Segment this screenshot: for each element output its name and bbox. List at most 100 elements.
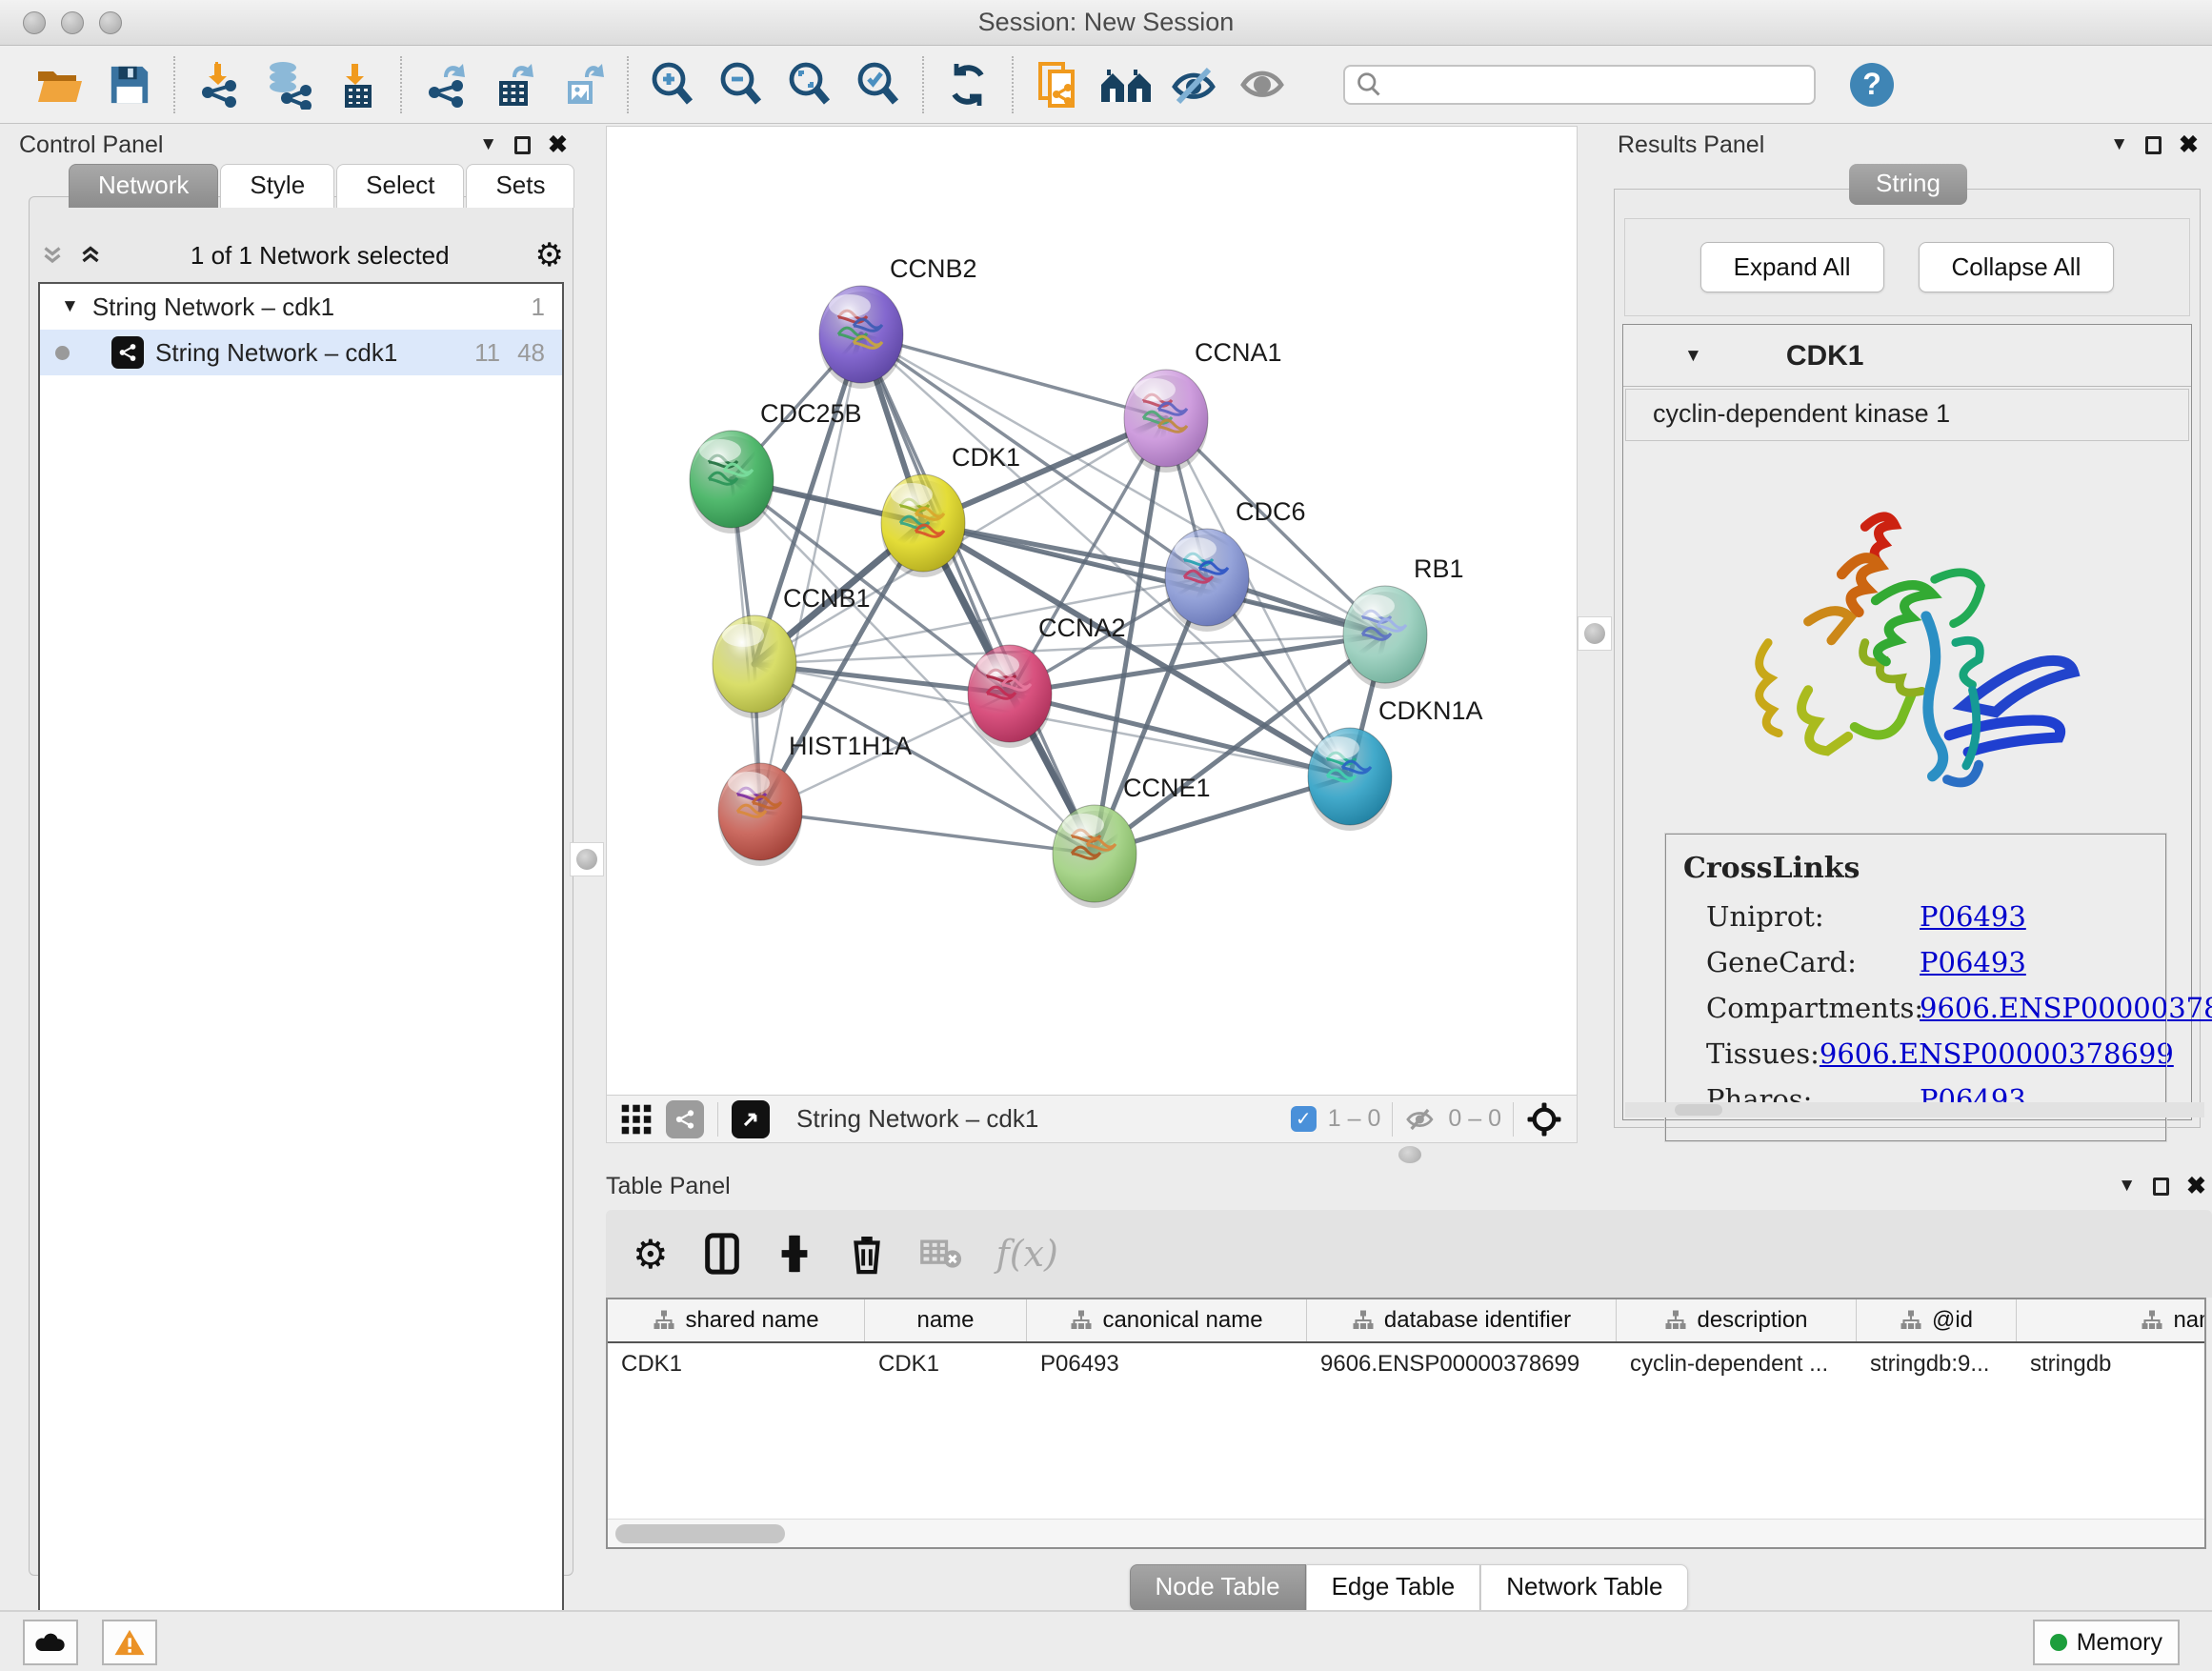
crosslink-value-link[interactable]: 9606.ENSP00000378699: [1920, 992, 2212, 1024]
table-cell[interactable]: CDK1: [608, 1351, 865, 1378]
export-network-icon[interactable]: [412, 55, 480, 114]
gene-section-header[interactable]: ▼ CDK1: [1623, 325, 2191, 387]
network-edge[interactable]: [760, 812, 1095, 854]
hide-selected-icon[interactable]: [1160, 55, 1229, 114]
table-cell[interactable]: P06493: [1027, 1351, 1307, 1378]
right-splitter-handle[interactable]: [1578, 616, 1612, 651]
table-settings-gear-icon[interactable]: ⚙: [633, 1231, 669, 1278]
tab-sets[interactable]: Sets: [466, 164, 574, 208]
zoom-selected-icon[interactable]: [844, 55, 913, 114]
table-panel-close-icon[interactable]: ✖: [2186, 1172, 2206, 1200]
table-row[interactable]: CDK1CDK1P064939606.ENSP00000378699cyclin…: [608, 1343, 2204, 1385]
create-column-icon[interactable]: [775, 1232, 814, 1276]
export-image-icon[interactable]: [549, 55, 617, 114]
network-node-ccne1[interactable]: CCNE1: [1053, 774, 1211, 908]
gene-collapse-icon[interactable]: ▼: [1684, 346, 1702, 367]
status-bar: Memory: [0, 1610, 2212, 1671]
tab-style[interactable]: Style: [220, 164, 334, 208]
tab-network-table[interactable]: Network Table: [1480, 1564, 1688, 1611]
table-panel-collapse-icon[interactable]: ▼: [2118, 1176, 2136, 1197]
network-options-gear-icon[interactable]: ⚙: [535, 236, 564, 274]
collapse-all-button[interactable]: Collapse All: [1919, 242, 2115, 292]
grid-view-icon[interactable]: [620, 1103, 653, 1136]
crosslink-row: Uniprot:P06493: [1706, 900, 2156, 933]
control-panel-close-icon[interactable]: ✖: [548, 131, 568, 159]
column-header[interactable]: shared name: [608, 1299, 865, 1341]
tab-node-table[interactable]: Node Table: [1130, 1564, 1306, 1611]
network-overview-icon[interactable]: [666, 1100, 704, 1138]
horizontal-splitter[interactable]: [598, 1143, 2212, 1166]
tab-select[interactable]: Select: [336, 164, 464, 208]
column-header[interactable]: @id: [1857, 1299, 2017, 1341]
crosslink-row: Tissues:9606.ENSP00000378699: [1706, 1037, 2156, 1070]
crosslink-value-link[interactable]: 9606.ENSP00000378699: [1820, 1037, 2174, 1070]
results-scrollbar[interactable]: [1625, 1102, 2204, 1117]
network-canvas[interactable]: CCNB2CCNA1CDC25BCDK1CDC6RB1CCNB1CCNA2CDK…: [607, 127, 1577, 1095]
save-session-icon[interactable]: [95, 55, 164, 114]
column-header[interactable]: description: [1617, 1299, 1857, 1341]
table-horizontal-scrollbar[interactable]: [608, 1519, 2204, 1547]
results-panel-collapse-icon[interactable]: ▼: [2110, 134, 2128, 155]
crosslink-value-link[interactable]: P06493: [1920, 946, 2026, 978]
left-splitter[interactable]: [575, 126, 600, 1145]
detach-view-icon[interactable]: [732, 1100, 770, 1138]
duplicate-network-icon[interactable]: [1023, 55, 1092, 114]
horizontal-splitter-handle[interactable]: [1398, 1146, 1421, 1163]
right-splitter[interactable]: [1581, 126, 1610, 1145]
tab-network[interactable]: Network: [69, 164, 218, 208]
export-table-icon[interactable]: [480, 55, 549, 114]
warnings-button[interactable]: [102, 1620, 157, 1665]
network-collection-row[interactable]: ▼ String Network – cdk1 1: [40, 284, 562, 330]
table-cell[interactable]: 9606.ENSP00000378699: [1307, 1351, 1617, 1378]
zoom-in-icon[interactable]: [638, 55, 707, 114]
network-edge[interactable]: [861, 334, 1095, 854]
birds-eye-crosshair-icon[interactable]: [1525, 1100, 1563, 1138]
table-cell[interactable]: stringdb: [2017, 1351, 2206, 1378]
control-panel-collapse-icon[interactable]: ▼: [479, 134, 497, 155]
column-header[interactable]: namespace: [2017, 1299, 2206, 1341]
left-splitter-handle[interactable]: [570, 842, 604, 876]
help-icon[interactable]: ?: [1850, 63, 1894, 107]
search-box[interactable]: [1343, 65, 1816, 105]
expand-all-chevrons-icon[interactable]: [38, 241, 67, 270]
selected-nodes-checkbox-icon[interactable]: ✓: [1291, 1106, 1317, 1132]
network-node-hist1h1a[interactable]: HIST1H1A: [718, 732, 912, 866]
import-network-icon[interactable]: [185, 55, 253, 114]
collection-expand-icon[interactable]: ▼: [61, 296, 79, 317]
collapse-all-chevrons-icon[interactable]: [76, 241, 105, 270]
table-panel-float-icon[interactable]: [2153, 1178, 2169, 1196]
delete-column-icon[interactable]: [848, 1232, 886, 1276]
zoom-fit-icon[interactable]: [775, 55, 844, 114]
network-row[interactable]: String Network – cdk1 11 48: [40, 330, 562, 375]
import-network-database-icon[interactable]: [253, 55, 322, 114]
node-table[interactable]: shared namenamecanonical namedatabase id…: [606, 1298, 2206, 1549]
table-cell[interactable]: cyclin-dependent ...: [1617, 1351, 1857, 1378]
column-header[interactable]: name: [865, 1299, 1027, 1341]
tab-string[interactable]: String: [1849, 164, 1967, 205]
memory-button[interactable]: Memory: [2033, 1620, 2180, 1665]
network-node-rb1[interactable]: RB1: [1343, 554, 1464, 689]
expand-all-button[interactable]: Expand All: [1700, 242, 1884, 292]
results-panel-title: Results Panel: [1618, 131, 1764, 159]
results-panel-float-icon[interactable]: [2145, 136, 2162, 154]
show-column-icon[interactable]: [703, 1232, 741, 1276]
import-table-icon[interactable]: [322, 55, 391, 114]
first-neighbors-icon[interactable]: [1092, 55, 1160, 114]
show-all-icon[interactable]: [1229, 55, 1297, 114]
open-session-icon[interactable]: [27, 55, 95, 114]
column-header[interactable]: database identifier: [1307, 1299, 1617, 1341]
network-node-ccnb1[interactable]: CCNB1: [713, 584, 871, 718]
cloud-status-button[interactable]: [23, 1620, 78, 1665]
control-panel-float-icon[interactable]: [514, 136, 531, 154]
zoom-out-icon[interactable]: [707, 55, 775, 114]
tab-edge-table[interactable]: Edge Table: [1306, 1564, 1481, 1611]
search-input[interactable]: [1383, 71, 1783, 98]
table-cell[interactable]: CDK1: [865, 1351, 1027, 1378]
crosslink-value-link[interactable]: P06493: [1920, 900, 2026, 933]
network-list: ▼ String Network – cdk1 1 String Network…: [38, 282, 564, 1616]
results-panel-close-icon[interactable]: ✖: [2179, 131, 2199, 159]
refresh-view-icon[interactable]: [934, 55, 1002, 114]
table-cell[interactable]: stringdb:9...: [1857, 1351, 2017, 1378]
network-node-cdkn1a[interactable]: CDKN1A: [1308, 696, 1483, 831]
column-header[interactable]: canonical name: [1027, 1299, 1307, 1341]
